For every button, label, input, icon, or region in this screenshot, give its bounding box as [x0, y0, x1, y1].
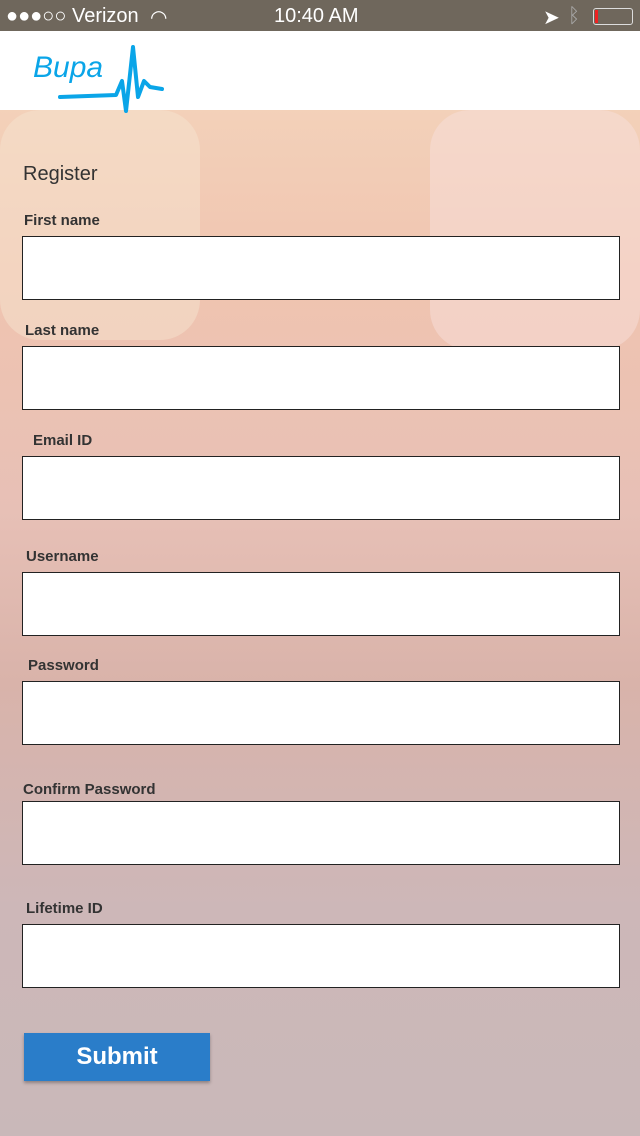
bluetooth-icon: ᛒ: [568, 5, 580, 27]
battery-icon: [593, 8, 633, 25]
form-title: Register: [23, 163, 98, 185]
confirm-password-label: Confirm Password: [23, 781, 156, 798]
app-header: Bupa: [0, 31, 640, 113]
wifi-icon: ◠: [150, 7, 168, 29]
username-label: Username: [26, 548, 99, 565]
first-name-label: First name: [24, 212, 100, 229]
clock: 10:40 AM: [274, 5, 359, 27]
last-name-label: Last name: [25, 322, 100, 339]
first-name-input[interactable]: [22, 236, 620, 300]
email-input[interactable]: [22, 456, 620, 520]
password-label: Password: [28, 657, 99, 674]
bupa-logo: Bupa: [33, 45, 164, 113]
lifetime-id-label: Lifetime ID: [26, 900, 103, 917]
confirm-password-input[interactable]: [22, 801, 620, 865]
svg-text:Bupa: Bupa: [33, 51, 103, 84]
email-label: Email ID: [33, 432, 93, 449]
status-bar: ●●●○○ Verizon ◠ 10:40 AM ➤ ᛒ: [0, 0, 640, 31]
username-input[interactable]: [22, 572, 620, 636]
background-photo: [430, 110, 640, 350]
submit-button[interactable]: Submit: [24, 1033, 210, 1081]
carrier: ●●●○○ Verizon: [6, 5, 139, 27]
last-name-input[interactable]: [22, 346, 620, 410]
lifetime-id-input[interactable]: [22, 924, 620, 988]
location-icon: ➤: [543, 7, 560, 29]
password-input[interactable]: [22, 681, 620, 745]
